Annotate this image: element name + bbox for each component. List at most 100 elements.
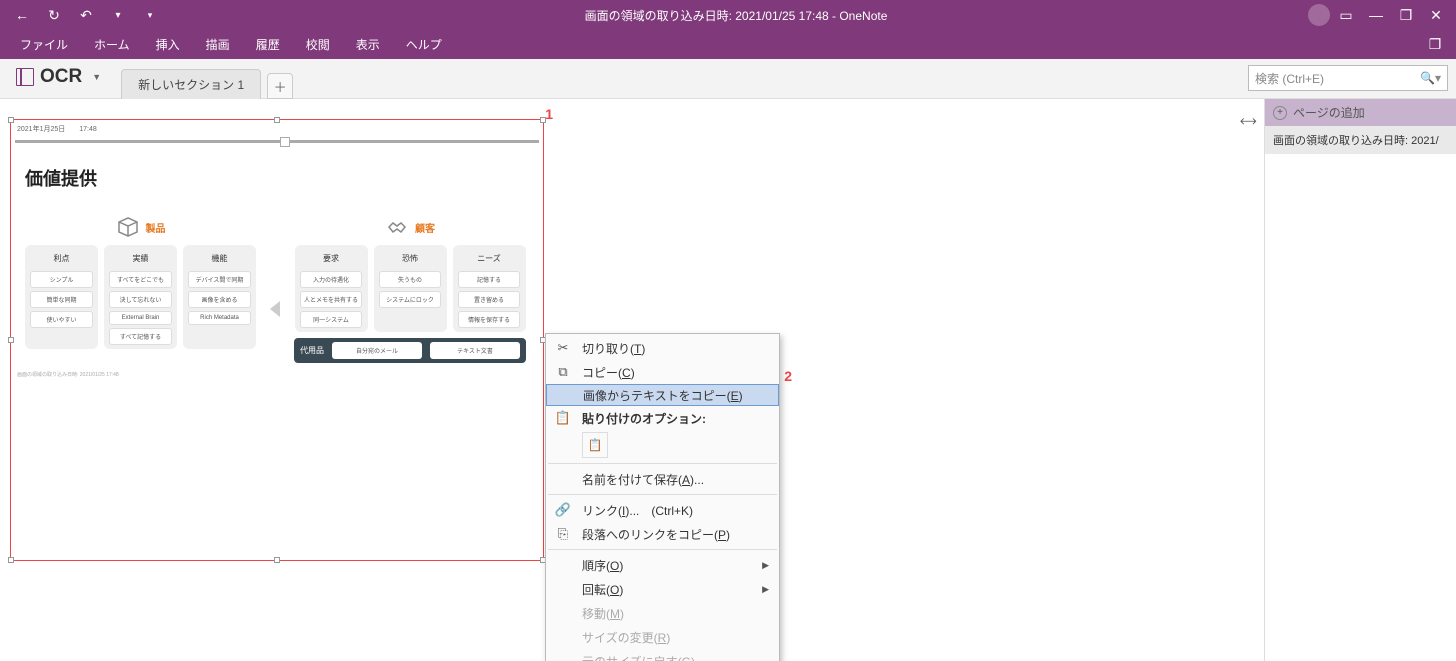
plus-icon: + [1273, 106, 1287, 120]
search-input[interactable]: 検索 (Ctrl+E) 🔍▾ [1248, 65, 1448, 91]
clip-card: 機能デバイス間で同期画像を含める Rich Metadata [183, 245, 256, 349]
annotation-1: 1 [545, 106, 553, 122]
chevron-down-icon: ▼ [92, 72, 101, 82]
paste-option-keep-source[interactable]: 📋 [582, 432, 608, 458]
page-list-pane: +ページの追加 画面の領域の取り込み日時: 2021/ [1264, 99, 1456, 661]
ribbon-tab-history[interactable]: 履歴 [244, 31, 292, 58]
menu-order[interactable]: 順序(O)▶ [546, 553, 779, 577]
clip-card: 利点シンプル簡単な同期使いやすい [25, 245, 98, 349]
clip-chip: システムにロック [379, 291, 441, 308]
clip-card: 要求入力の待遇化人とメモを共有する同一システム [295, 245, 368, 332]
section-tab[interactable]: 新しいセクション 1 [121, 69, 261, 99]
close-button[interactable]: ✕ [1422, 1, 1450, 29]
menu-cut[interactable]: ✂切り取り(T) [546, 336, 779, 360]
menu-copy-paragraph-link[interactable]: ⎘段落へのリンクをコピー(P) [546, 522, 779, 546]
sync-icon[interactable]: ↻ [40, 1, 68, 29]
menu-rotate[interactable]: 回転(O)▶ [546, 577, 779, 601]
ribbon: ファイル ホーム 挿入 描画 履歴 校閲 表示 ヘルプ ❐ [0, 30, 1456, 59]
clip-chip: 記憶する [458, 271, 520, 288]
clip-card-title: ニーズ [477, 249, 501, 268]
clipboard-icon: 📋 [554, 409, 572, 427]
qat-dropdown-icon[interactable]: ▾ [136, 1, 164, 29]
undo-icon[interactable]: ↶ [72, 1, 100, 29]
section-tab-bar: OCR ▼ 新しいセクション 1 ＋ 検索 (Ctrl+E) 🔍▾ [0, 59, 1456, 99]
ribbon-tab-help[interactable]: ヘルプ [394, 31, 454, 58]
clip-divider [15, 140, 539, 143]
clip-chip: 入力の待遇化 [300, 271, 362, 288]
maximize-button[interactable]: ❐ [1392, 1, 1420, 29]
copy-icon: ⧉ [554, 363, 572, 381]
customer-label: 顧客 [415, 220, 435, 235]
clip-card: 恐怖失うものシステムにロック [374, 245, 447, 332]
account-avatar[interactable] [1308, 4, 1330, 26]
clip-card-title: 実績 [133, 249, 149, 268]
minimize-button[interactable]: — [1362, 1, 1390, 29]
ribbon-tab-draw[interactable]: 描画 [194, 31, 242, 58]
search-icon: 🔍▾ [1420, 71, 1441, 85]
clip-chip: 簡単な同期 [30, 291, 92, 308]
ribbon-display-icon[interactable]: ▭ [1332, 1, 1360, 29]
box-icon [116, 215, 140, 239]
chevron-right-icon: ▶ [762, 584, 769, 595]
clip-card-title: 機能 [212, 249, 228, 268]
page-canvas[interactable]: ⤢ 1 2021年1月25日 17:48 価値提供 製品 利点シンプル簡単な同期… [0, 99, 1264, 661]
alt-pill-1: 自分宛のメール [332, 342, 422, 359]
window-title: 画面の領域の取り込み日時: 2021/01/25 17:48 - OneNote [164, 7, 1308, 24]
alt-pill-2: テキスト文書 [430, 342, 520, 359]
clip-chip: 置き留める [458, 291, 520, 308]
clip-chip: 決して忘れない [109, 291, 171, 308]
add-page-button[interactable]: +ページの追加 [1265, 99, 1456, 126]
clip-chip: デバイス間で同期 [188, 271, 250, 288]
collapse-ribbon-icon[interactable]: ❐ [1422, 32, 1448, 58]
expand-icon[interactable]: ⤢ [1237, 111, 1259, 133]
menu-copy-text-from-image[interactable]: 2画像からテキストをコピー(E) [546, 384, 779, 406]
chevron-right-icon: ▶ [762, 560, 769, 571]
clip-card-title: 恐怖 [402, 249, 418, 268]
cut-icon: ✂ [554, 339, 572, 357]
menu-move: 移動(M) [546, 601, 779, 625]
ribbon-tab-view[interactable]: 表示 [344, 31, 392, 58]
clip-chip: シンプル [30, 271, 92, 288]
clip-card-title: 要求 [323, 249, 339, 268]
paragraph-link-icon: ⎘ [554, 525, 572, 543]
annotation-2: 2 [784, 368, 792, 384]
handshake-icon [385, 215, 409, 239]
clip-title: 価値提供 [25, 165, 529, 191]
menu-resize: サイズの変更(R) [546, 625, 779, 649]
menu-save-as[interactable]: 名前を付けて保存(A)... [546, 467, 779, 491]
search-placeholder: 検索 (Ctrl+E) [1255, 70, 1324, 87]
menu-paste-heading: 📋貼り付けのオプション: [546, 406, 779, 430]
back-icon[interactable]: ← [8, 1, 36, 29]
screen-clipping[interactable]: 1 2021年1月25日 17:48 価値提供 製品 利点シンプル簡単な同期使い… [10, 119, 544, 561]
alt-label: 代用品 [300, 345, 324, 356]
clip-chip: 情報を保存する [458, 311, 520, 328]
clip-chip: 使いやすい [30, 311, 92, 328]
arrow-left-icon [270, 301, 280, 317]
clip-chip: 失うもの [379, 271, 441, 288]
clip-chip: 画像を含める [188, 291, 250, 308]
clip-chip: External Brain [109, 311, 171, 325]
clip-chip: 同一システム [300, 311, 362, 328]
menu-original-size: 元のサイズに戻す(G) [546, 649, 779, 661]
ribbon-tab-insert[interactable]: 挿入 [144, 31, 192, 58]
menu-link[interactable]: 🔗リンク(I)... (Ctrl+K) [546, 498, 779, 522]
link-icon: 🔗 [554, 501, 572, 519]
add-section-button[interactable]: ＋ [267, 73, 293, 99]
ribbon-tab-home[interactable]: ホーム [82, 31, 142, 58]
clip-chip: Rich Metadata [188, 311, 250, 325]
clip-card: 実績すべてをどこでも決して忘れない External Brain すべて記憶する [104, 245, 177, 349]
clip-card: ニーズ記憶する置き留める情報を保存する [453, 245, 526, 332]
clip-chip: 人とメモを共有する [300, 291, 362, 308]
page-list-item[interactable]: 画面の領域の取り込み日時: 2021/ [1265, 126, 1456, 155]
ribbon-tab-file[interactable]: ファイル [8, 31, 80, 58]
clip-card-title: 利点 [54, 249, 70, 268]
product-label: 製品 [146, 220, 166, 235]
touch-icon[interactable]: ▾ [104, 1, 132, 29]
clip-chip: すべてをどこでも [109, 271, 171, 288]
ribbon-tab-review[interactable]: 校閲 [294, 31, 342, 58]
clip-chip: すべて記憶する [109, 328, 171, 345]
menu-copy[interactable]: ⧉コピー(C) [546, 360, 779, 384]
notebook-selector[interactable]: OCR ▼ [6, 60, 111, 94]
title-bar: ← ↻ ↶ ▾ ▾ 画面の領域の取り込み日時: 2021/01/25 17:48… [0, 0, 1456, 30]
context-menu: ✂切り取り(T) ⧉コピー(C) 2画像からテキストをコピー(E) 📋貼り付けの… [545, 333, 780, 661]
